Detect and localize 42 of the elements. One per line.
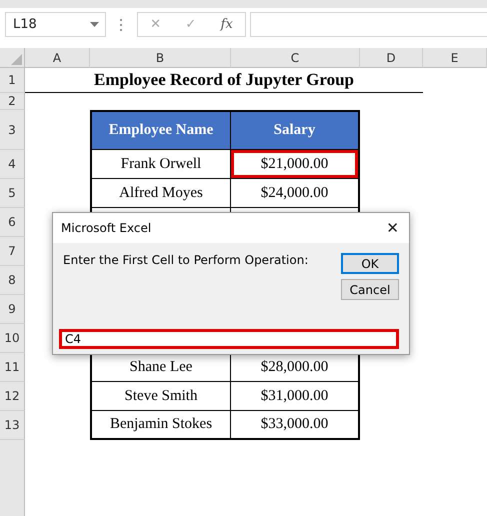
table-cell: $24,000.00 [231,179,360,208]
grip-icon [120,18,124,30]
close-button[interactable]: ✕ [386,219,399,237]
row-header[interactable]: 11 [0,353,25,382]
dialog-button[interactable]: Cancel [341,279,399,300]
row-header[interactable]: 2 [0,93,25,110]
dialog-button[interactable]: OK [341,253,399,274]
table-cell: Frank Orwell [90,150,231,179]
column-header[interactable]: C [231,48,360,68]
row-header[interactable]: 3 [0,110,25,150]
column-heading: Salary [231,110,360,150]
table-cell: $31,000.00 [231,382,360,411]
row-header[interactable]: 6 [0,208,25,237]
select-all-icon[interactable] [11,54,22,65]
column-heading: Employee Name [90,110,231,150]
table-cell: $21,000.00 [231,150,360,179]
caret-icon [90,22,99,27]
column-header[interactable]: D [360,48,423,68]
table-cell: Alfred Moyes [90,179,231,208]
table-cell: Benjamin Stokes [90,411,231,440]
dialog-title: Microsoft Excel [61,221,152,235]
row-header[interactable]: 5 [0,179,25,208]
row-header[interactable]: 1 [0,68,25,93]
cell-reference: L18 [13,17,37,32]
column-header[interactable]: E [423,48,487,68]
row-header[interactable]: 8 [0,266,25,295]
column-header[interactable]: B [90,48,231,68]
prompt-text: Enter the First Cell to Perform Operation: [63,253,308,269]
row-header[interactable]: 13 [0,411,25,440]
row-header[interactable]: 7 [0,237,25,266]
sheet-title: Employee Record of Jupyter Group [25,68,423,93]
table-cell: Steve Smith [90,382,231,411]
row-header[interactable]: 12 [0,382,25,411]
row-header[interactable]: 9 [0,295,25,324]
table-cell: $33,000.00 [231,411,360,440]
column-header[interactable]: A [25,48,90,68]
insert-function-button[interactable]: fx [220,17,233,32]
name-box[interactable]: L18 [5,12,106,37]
row-header[interactable]: 10 [0,324,25,353]
input-field[interactable]: C4 [59,329,399,349]
row-header[interactable]: 4 [0,150,25,179]
formula-input[interactable] [250,12,487,37]
